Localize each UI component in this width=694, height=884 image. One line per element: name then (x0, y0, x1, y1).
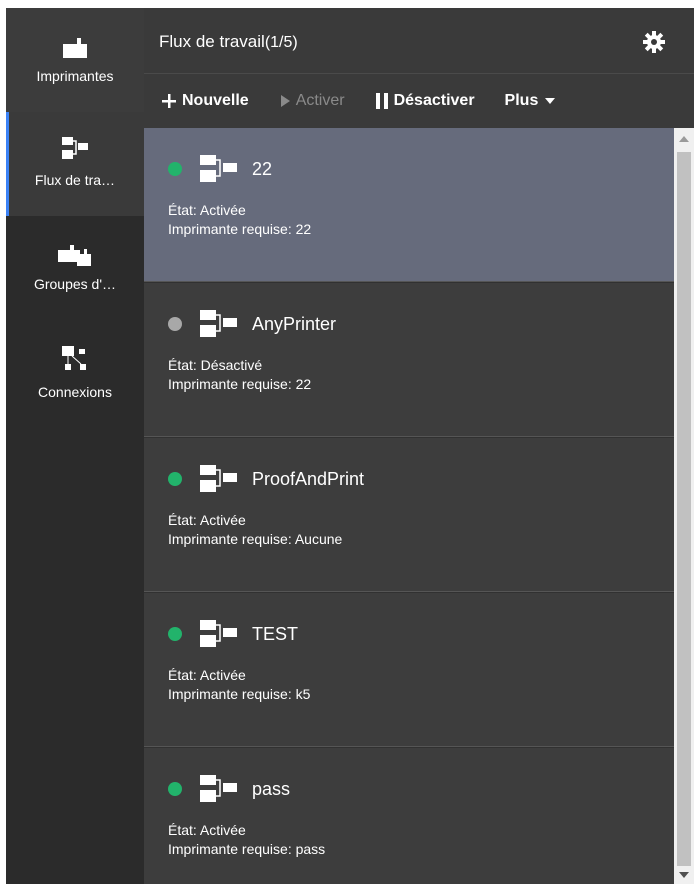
scroll-thumb[interactable] (677, 152, 691, 866)
plus-icon (161, 93, 177, 109)
workflow-card[interactable]: 22 État: Activée Imprimante requise: 22 (144, 128, 674, 282)
workflow-card[interactable]: AnyPrinter État: Désactivé Imprimante requ… (144, 283, 674, 437)
new-button-label: Nouvelle (182, 92, 249, 109)
sidebar-item-workflows[interactable]: Flux de tra… (6, 112, 144, 216)
scroll-up-arrow-icon[interactable] (679, 136, 689, 142)
workflow-icon (198, 619, 240, 649)
sidebar-item-label: Flux de tra… (34, 172, 116, 188)
play-icon (279, 94, 291, 108)
activate-button-label: Activer (295, 92, 345, 109)
toolbar: Nouvelle Activer Désactiver Plus (144, 74, 694, 128)
workflow-card[interactable]: pass État: Activée Imprimante requise: pas… (144, 748, 674, 884)
workflow-card-header: AnyPrinter (168, 309, 336, 339)
sidebar-item-label: Groupes d'… (33, 276, 117, 292)
workflow-card[interactable]: ProofAndPrint État: Activée Imprimante req… (144, 438, 674, 592)
status-dot-icon (168, 317, 182, 331)
workflow-required-printer: Imprimante requise: 22 (168, 376, 312, 392)
workflow-name: pass (252, 778, 291, 799)
workflow-icon (198, 774, 240, 804)
deactivate-button-label: Désactiver (393, 92, 475, 109)
workflow-card-header: ProofAndPrint (168, 464, 364, 494)
workflow-state: État: Activée (168, 667, 246, 683)
workflow-name: TEST (252, 623, 299, 644)
sidebar-item-printer-groups[interactable]: Groupes d'… (6, 216, 144, 320)
sidebar-item-label: Imprimantes (36, 68, 114, 84)
sidebar-item-connections[interactable]: Connexions (6, 320, 144, 424)
workflow-card-header: 22 (168, 154, 272, 184)
gear-icon[interactable] (642, 30, 666, 54)
workflow-icon (198, 154, 240, 184)
workflow-required-printer: Imprimante requise: pass (168, 841, 326, 857)
title-count: (1/5) (264, 34, 298, 51)
scroll-down-arrow-icon[interactable] (679, 872, 689, 878)
workflow-state: État: Désactivé (168, 357, 263, 373)
status-dot-icon (168, 162, 182, 176)
status-dot-icon (168, 627, 182, 641)
status-dot-icon (168, 472, 182, 486)
app-window: Imprimantes Flux de tra… Groupes d'… Con… (6, 8, 694, 884)
chevron-down-icon (545, 98, 556, 104)
workflow-icon (198, 464, 240, 494)
workflow-name: AnyPrinter (252, 313, 337, 334)
workflow-state: État: Activée (168, 202, 246, 218)
workflow-required-printer: Imprimante requise: Aucune (168, 531, 343, 547)
scrollbar[interactable] (674, 128, 694, 884)
workflow-list: 22 État: Activée Imprimante requise: 22 Any… (144, 128, 674, 884)
more-button[interactable]: Plus (505, 92, 556, 110)
title-text: Flux de travail (159, 32, 265, 51)
new-button[interactable]: Nouvelle (161, 92, 249, 110)
more-button-label: Plus (504, 92, 539, 109)
panel-header: Flux de travail(1/5) (144, 8, 694, 74)
workflow-panel: Flux de travail(1/5) Nouvelle Activer Dé… (144, 8, 694, 884)
workflow-card-header: TEST (168, 619, 298, 649)
workflow-icon (60, 136, 90, 162)
workflow-state: État: Activée (168, 822, 246, 838)
workflow-required-printer: Imprimante requise: k5 (168, 686, 311, 702)
workflow-card[interactable]: TEST État: Activée Imprimante requise: k5 (144, 593, 674, 747)
pause-icon (375, 92, 389, 110)
printer-group-icon (57, 240, 93, 266)
workflow-required-printer: Imprimante requise: 22 (168, 221, 312, 237)
sidebar: Imprimantes Flux de tra… Groupes d'… Con… (6, 8, 144, 884)
status-dot-icon (168, 782, 182, 796)
sidebar-item-printers[interactable]: Imprimantes (6, 8, 144, 112)
workflow-name: ProofAndPrint (252, 468, 365, 489)
sidebar-item-label: Connexions (38, 384, 112, 400)
workflow-name: 22 (252, 158, 273, 179)
workflow-state: État: Activée (168, 512, 246, 528)
connections-icon (60, 344, 90, 374)
activate-button[interactable]: Activer (279, 92, 345, 110)
workflow-card-header: pass (168, 774, 290, 804)
deactivate-button[interactable]: Désactiver (375, 92, 475, 110)
workflow-icon (198, 309, 240, 339)
page-title: Flux de travail(1/5) (159, 32, 298, 52)
printer-icon (61, 32, 89, 58)
